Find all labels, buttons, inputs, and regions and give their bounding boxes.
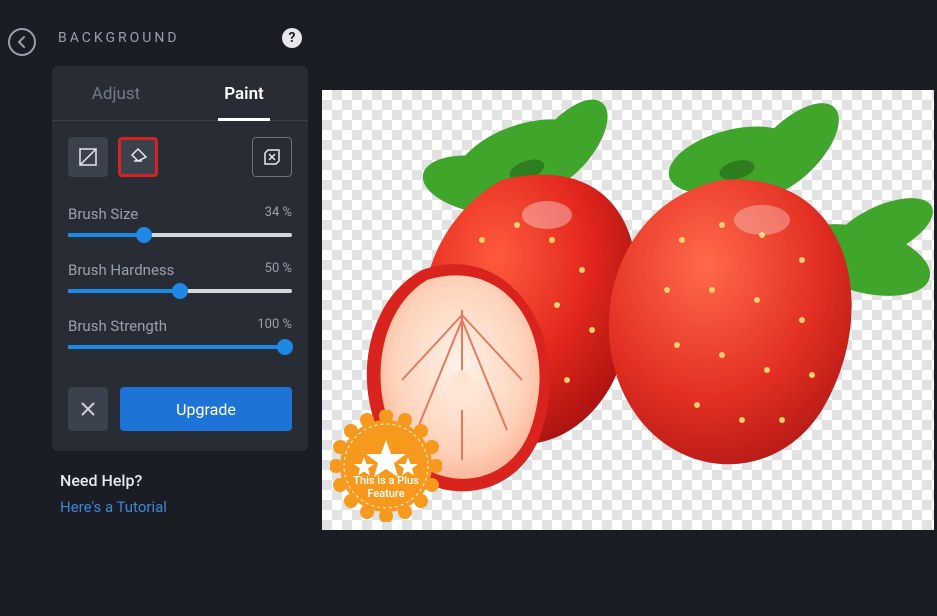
badge-line2: Feature xyxy=(367,487,404,500)
back-button[interactable] xyxy=(8,28,36,56)
slider-label: Brush Hardness xyxy=(68,261,174,279)
slider-track-size[interactable] xyxy=(68,233,292,237)
upgrade-button[interactable]: Upgrade xyxy=(120,387,292,431)
help-block: Need Help? Here's a Tutorial xyxy=(52,451,308,536)
restore-tool-button[interactable] xyxy=(68,137,108,177)
brush-icon xyxy=(128,147,148,167)
tab-adjust[interactable]: Adjust xyxy=(52,66,180,120)
tab-paint[interactable]: Paint xyxy=(180,66,308,120)
editor-canvas[interactable]: This is a Plus Feature xyxy=(322,90,934,530)
canvas-area: This is a Plus Feature xyxy=(322,0,937,616)
slider-brush-size: Brush Size 34 % xyxy=(68,195,292,251)
badge-line1: This is a Plus xyxy=(353,474,418,487)
back-arrow-icon xyxy=(16,36,28,48)
help-button[interactable]: ? xyxy=(282,28,302,48)
cancel-button[interactable] xyxy=(68,387,108,431)
slider-thumb[interactable] xyxy=(136,227,152,243)
remove-section-button[interactable] xyxy=(252,137,292,177)
slider-brush-hardness: Brush Hardness 50 % xyxy=(68,251,292,307)
close-icon xyxy=(80,401,96,417)
badge-shape-icon xyxy=(330,410,442,522)
slider-brush-strength: Brush Strength 100 % xyxy=(68,307,292,363)
slider-thumb[interactable] xyxy=(277,339,293,355)
slider-value: 100 % xyxy=(257,317,292,335)
brush-tool-button[interactable] xyxy=(118,137,158,177)
paint-card: Adjust Paint Brush Size 34 % xyxy=(52,66,308,451)
panel-title: BACKGROUND xyxy=(58,30,180,46)
badge-text: This is a Plus Feature xyxy=(330,474,442,500)
actions-row: Upgrade xyxy=(52,381,308,451)
tabs: Adjust Paint xyxy=(52,66,308,121)
slider-thumb[interactable] xyxy=(172,283,188,299)
slider-value: 50 % xyxy=(265,261,292,279)
slider-label: Brush Size xyxy=(68,205,138,223)
side-panel: BACKGROUND ? Adjust Paint Bru xyxy=(44,0,322,616)
slider-track-hardness[interactable] xyxy=(68,289,292,293)
remove-section-icon xyxy=(262,147,282,167)
help-title: Need Help? xyxy=(60,471,300,498)
top-bar-gap xyxy=(322,0,937,90)
slider-label: Brush Strength xyxy=(68,317,167,335)
tutorial-link[interactable]: Here's a Tutorial xyxy=(60,498,300,516)
slider-track-strength[interactable] xyxy=(68,345,292,349)
panel-header: BACKGROUND ? xyxy=(52,28,308,66)
left-rail xyxy=(0,0,44,616)
sliders: Brush Size 34 % Brush Hardness 50 % xyxy=(52,185,308,381)
slider-value: 34 % xyxy=(265,205,292,223)
tool-group-left xyxy=(68,137,158,177)
plus-feature-badge: This is a Plus Feature xyxy=(330,410,442,522)
restore-icon xyxy=(78,147,98,167)
tool-row xyxy=(52,121,308,185)
